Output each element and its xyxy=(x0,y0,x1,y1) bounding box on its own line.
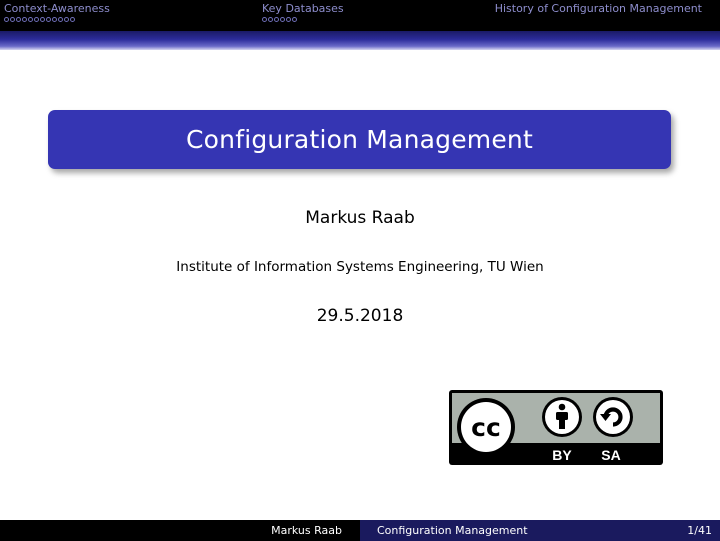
nav-frame-dot[interactable] xyxy=(16,17,21,22)
cc-by-label: BY xyxy=(552,447,572,463)
nav-frame-dots-key-databases xyxy=(262,17,297,24)
nav-frame-dot[interactable] xyxy=(280,17,285,22)
nav-frame-dot[interactable] xyxy=(70,17,75,22)
cc-badge-graphic: cc BY SA xyxy=(452,393,660,463)
cc-by-sa-license-badge[interactable]: cc BY SA xyxy=(449,390,663,465)
title-block: Configuration Management xyxy=(48,110,671,169)
nav-frame-dot[interactable] xyxy=(268,17,273,22)
nav-frame-dot[interactable] xyxy=(58,17,63,22)
nav-frame-dot[interactable] xyxy=(46,17,51,22)
nav-frame-dot[interactable] xyxy=(34,17,39,22)
slide: Context-Awareness Key Databases History … xyxy=(0,0,720,541)
nav-frame-dot[interactable] xyxy=(52,17,57,22)
footer-author-area: Markus Raab xyxy=(0,520,360,541)
footer-title: Configuration Management xyxy=(377,524,528,537)
nav-frame-dot[interactable] xyxy=(286,17,291,22)
cc-logo-icon: cc xyxy=(457,398,515,456)
footer-bar: Markus Raab Configuration Management 1/4… xyxy=(0,520,720,541)
nav-section-history-of-configuration-management[interactable]: History of Configuration Management xyxy=(495,2,702,15)
nav-frame-dot[interactable] xyxy=(274,17,279,22)
share-alike-icon xyxy=(593,397,633,437)
footer-title-area: Configuration Management 1/41 xyxy=(360,520,720,541)
nav-frame-dot[interactable] xyxy=(40,17,45,22)
attribution-person-icon xyxy=(542,397,582,437)
header-gradient xyxy=(0,31,720,50)
cc-sa-label: SA xyxy=(601,447,620,463)
nav-frame-dot[interactable] xyxy=(4,17,9,22)
author-name: Markus Raab xyxy=(305,208,415,228)
nav-section-key-databases[interactable]: Key Databases xyxy=(262,2,344,15)
nav-frame-dot[interactable] xyxy=(64,17,69,22)
footer-author: Markus Raab xyxy=(271,524,342,537)
institute-name: Institute of Information Systems Enginee… xyxy=(176,259,544,275)
nav-section-context-awareness[interactable]: Context-Awareness xyxy=(4,2,110,15)
nav-frame-dot[interactable] xyxy=(262,17,267,22)
slide-title: Configuration Management xyxy=(186,125,533,154)
cc-logo-text: cc xyxy=(471,413,501,442)
footer-page-number: 1/41 xyxy=(687,524,712,537)
nav-frame-dot[interactable] xyxy=(22,17,27,22)
section-navigation-bar: Context-Awareness Key Databases History … xyxy=(0,0,720,31)
nav-frame-dot[interactable] xyxy=(28,17,33,22)
nav-frame-dot[interactable] xyxy=(10,17,15,22)
nav-frame-dots-context-awareness xyxy=(4,17,75,24)
presentation-date: 29.5.2018 xyxy=(316,306,404,326)
nav-frame-dot[interactable] xyxy=(292,17,297,22)
